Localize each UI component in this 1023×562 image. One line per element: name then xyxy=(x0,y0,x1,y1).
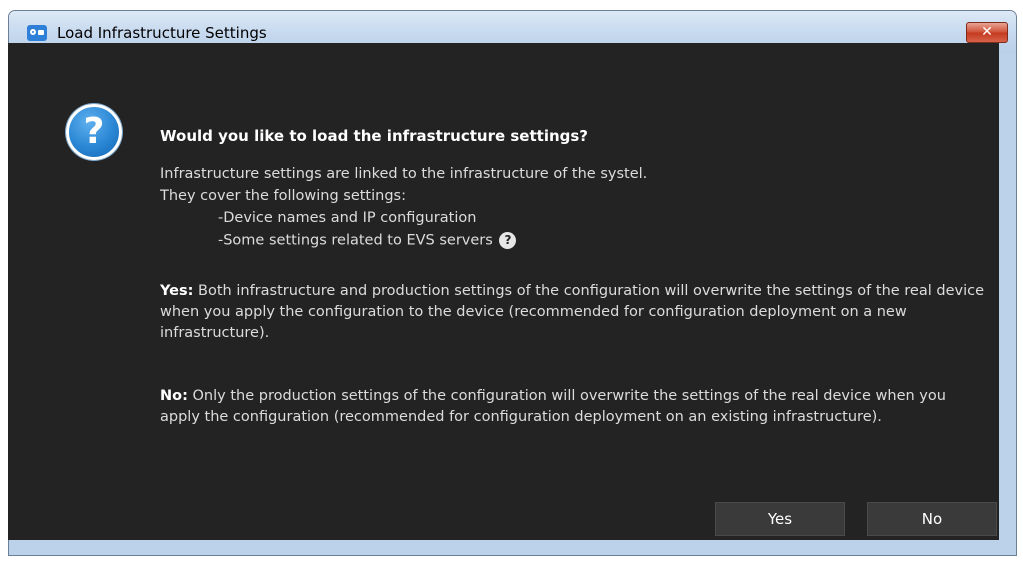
yes-description-label: Yes: xyxy=(160,283,194,299)
no-description: No: Only the production settings of the … xyxy=(160,386,990,428)
help-icon[interactable]: ? xyxy=(499,232,517,249)
app-icon xyxy=(27,25,47,41)
intro-line-2: They cover the following settings: xyxy=(160,188,406,204)
question-icon: ? xyxy=(66,104,122,160)
yes-description-text: Both infrastructure and production setti… xyxy=(160,283,984,341)
yes-description: Yes: Both infrastructure and production … xyxy=(160,281,990,344)
no-button[interactable]: No xyxy=(867,502,997,536)
bullet-evs-text: -Some settings related to EVS servers xyxy=(218,232,493,249)
bullet-evs-settings: -Some settings related to EVS servers ? xyxy=(218,232,517,249)
window-title: Load Infrastructure Settings xyxy=(57,24,267,42)
bullet-device-names: -Device names and IP configuration xyxy=(218,210,477,226)
close-button[interactable]: ✕ xyxy=(966,22,1008,43)
yes-button[interactable]: Yes xyxy=(715,502,845,536)
close-icon: ✕ xyxy=(981,24,993,40)
no-description-label: No: xyxy=(160,388,188,404)
dialog-heading: Would you like to load the infrastructur… xyxy=(160,127,589,145)
no-description-text: Only the production settings of the conf… xyxy=(160,388,946,425)
intro-line-1: Infrastructure settings are linked to th… xyxy=(160,166,648,182)
